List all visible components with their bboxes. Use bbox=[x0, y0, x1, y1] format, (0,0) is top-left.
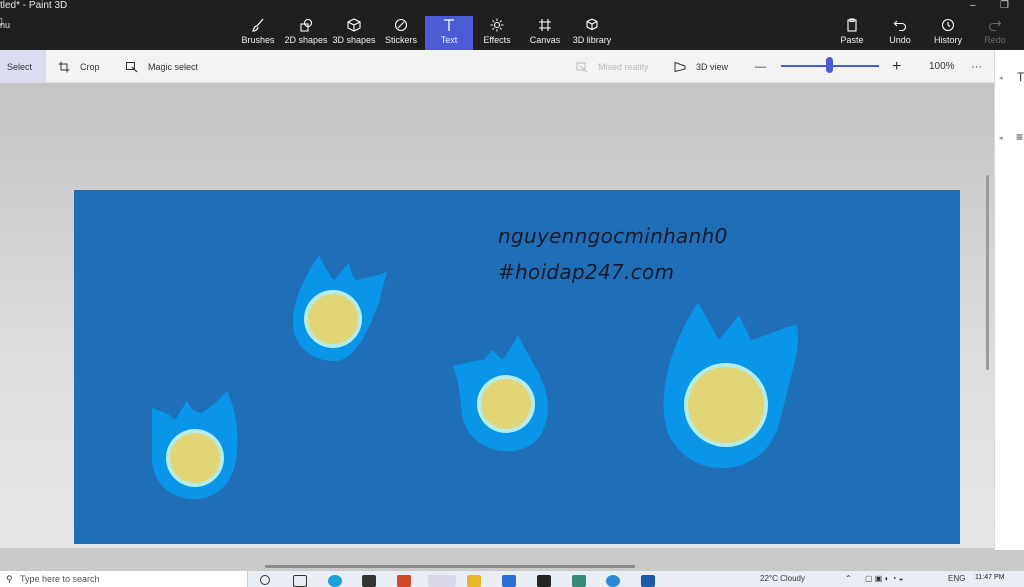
tray-chevron-icon[interactable]: ⌃ bbox=[845, 574, 852, 583]
flame-shape bbox=[453, 335, 548, 452]
3d-view-label: 3D view bbox=[696, 61, 729, 72]
tool-text[interactable]: Text bbox=[425, 16, 473, 50]
file-explorer-icon[interactable] bbox=[467, 575, 481, 587]
calculator-icon[interactable] bbox=[572, 575, 586, 587]
text-icon bbox=[444, 19, 454, 31]
tool-label: History bbox=[933, 35, 962, 45]
mixed-reality-label: Mixed reality bbox=[598, 61, 649, 72]
tool-label: Brushes bbox=[241, 35, 275, 45]
crop-icon bbox=[58, 61, 70, 72]
more-options-button[interactable]: ··· bbox=[971, 50, 982, 83]
undo-button[interactable]: Undo bbox=[886, 16, 914, 50]
taskbar-search[interactable]: ⚲ Type here to search bbox=[0, 571, 248, 587]
menu-icon: ▯ bbox=[0, 16, 3, 26]
canvas-text-username[interactable]: nguyenngocminhanh0 bbox=[498, 224, 728, 248]
taskbar-clock[interactable]: 11:47 PM bbox=[975, 574, 1004, 581]
side-panel: ◂ T ◂ ≡ bbox=[994, 50, 1024, 550]
weather-indicator[interactable]: 22°C Cloudy bbox=[760, 574, 805, 583]
collapse-arrow-icon[interactable]: ◂ bbox=[999, 74, 1003, 82]
terminal-icon[interactable] bbox=[537, 575, 551, 587]
tool-label: Undo bbox=[889, 35, 911, 45]
paint3d-window: tled* - Paint 3D ▯ nu – ❐ Brushes 2D sha… bbox=[0, 0, 1024, 587]
paragraph-icon[interactable]: ≡ bbox=[1016, 130, 1023, 144]
tray-icons[interactable]: ▢ ▣ ◐ ◔ ◒ bbox=[865, 574, 904, 583]
minimize-button[interactable]: – bbox=[970, 0, 976, 11]
sticker-icon bbox=[394, 18, 408, 32]
3d-view-icon bbox=[674, 61, 686, 72]
drawing-canvas[interactable]: nguyenngocminhanh0 #hoidap247.com bbox=[74, 190, 960, 544]
taskbar: ⚲ Type here to search 22°C Cloudy ⌃ ▢ ▣ … bbox=[0, 571, 1024, 587]
redo-icon bbox=[988, 20, 1002, 32]
tool-label: Redo bbox=[984, 35, 1006, 45]
tool-3d-library[interactable]: 3D library bbox=[572, 16, 612, 50]
history-icon bbox=[941, 18, 955, 32]
search-icon: ⚲ bbox=[6, 574, 13, 584]
canvas-icon bbox=[539, 19, 551, 31]
paint3d-taskbar-icon[interactable] bbox=[428, 575, 456, 587]
tool-label: Text bbox=[440, 35, 458, 45]
3d-view-button[interactable]: 3D view bbox=[674, 50, 728, 83]
vertical-scrollbar[interactable] bbox=[986, 175, 989, 370]
cortana-icon[interactable] bbox=[260, 575, 270, 585]
paste-icon bbox=[847, 18, 857, 32]
tool-canvas[interactable]: Canvas bbox=[529, 16, 561, 50]
tool-label: Paste bbox=[840, 35, 864, 45]
tool-label: Stickers bbox=[385, 35, 418, 45]
maximize-button[interactable]: ❐ bbox=[1000, 0, 1009, 11]
zalo-icon[interactable] bbox=[606, 575, 620, 587]
flame-shape bbox=[292, 255, 387, 362]
tool-label: 3D library bbox=[572, 35, 612, 45]
mixed-reality-icon bbox=[576, 62, 588, 72]
paste-button[interactable]: Paste bbox=[838, 16, 866, 50]
select-button[interactable]: Select bbox=[0, 50, 46, 83]
office-icon[interactable] bbox=[397, 575, 411, 587]
zoom-out-button[interactable]: — bbox=[755, 50, 766, 83]
horizontal-scrollbar[interactable] bbox=[265, 565, 635, 568]
window-title: tled* - Paint 3D bbox=[0, 0, 68, 11]
language-indicator[interactable]: ENG bbox=[948, 574, 965, 583]
magic-select-icon bbox=[126, 61, 138, 72]
magic-select-label: Magic select bbox=[148, 61, 199, 72]
tool-label: Canvas bbox=[529, 35, 561, 45]
effects-icon bbox=[490, 18, 504, 32]
brush-icon bbox=[252, 18, 264, 32]
tool-3d-shapes[interactable]: 3D shapes bbox=[332, 16, 376, 50]
top-toolbar: tled* - Paint 3D ▯ nu – ❐ Brushes 2D sha… bbox=[0, 0, 1024, 50]
tool-2d-shapes[interactable]: 2D shapes bbox=[284, 16, 328, 50]
search-placeholder: Type here to search bbox=[20, 574, 100, 584]
undo-icon bbox=[893, 20, 907, 32]
3d-shapes-icon bbox=[347, 18, 361, 32]
crop-button[interactable]: Crop bbox=[58, 50, 100, 83]
mail-icon[interactable] bbox=[502, 575, 516, 587]
3d-library-icon bbox=[586, 18, 598, 31]
tool-brushes[interactable]: Brushes bbox=[241, 16, 275, 50]
redo-button[interactable]: Redo bbox=[982, 16, 1008, 50]
mixed-reality-button[interactable]: Mixed reality bbox=[576, 50, 649, 83]
edge-icon[interactable] bbox=[328, 575, 342, 587]
history-button[interactable]: History bbox=[932, 16, 964, 50]
text-style-icon[interactable]: T bbox=[1017, 70, 1024, 84]
canvas-text-website[interactable]: #hoidap247.com bbox=[498, 260, 674, 284]
zoom-in-button[interactable]: + bbox=[892, 50, 901, 83]
mail-alt-icon[interactable] bbox=[641, 575, 655, 587]
flame-shape bbox=[663, 303, 798, 469]
tool-stickers[interactable]: Stickers bbox=[385, 16, 417, 50]
workspace: nguyenngocminhanh0 #hoidap247.com bbox=[0, 83, 994, 548]
tool-effects[interactable]: Effects bbox=[482, 16, 512, 50]
tool-label: 3D shapes bbox=[332, 35, 376, 45]
select-label: Select bbox=[7, 61, 33, 72]
zoom-slider-thumb[interactable] bbox=[826, 57, 833, 73]
menu-button[interactable]: ▯ nu bbox=[0, 16, 10, 30]
tool-label: Effects bbox=[483, 35, 511, 45]
collapse-arrow-icon[interactable]: ◂ bbox=[999, 134, 1003, 142]
task-view-icon[interactable] bbox=[293, 575, 307, 587]
store-icon[interactable] bbox=[362, 575, 376, 587]
flame-shape bbox=[152, 391, 238, 500]
2d-shapes-icon bbox=[300, 18, 313, 32]
zoom-percent: 100% bbox=[929, 61, 955, 72]
magic-select-button[interactable]: Magic select bbox=[126, 50, 198, 83]
crop-label: Crop bbox=[80, 61, 100, 72]
tool-label: 2D shapes bbox=[284, 35, 328, 45]
